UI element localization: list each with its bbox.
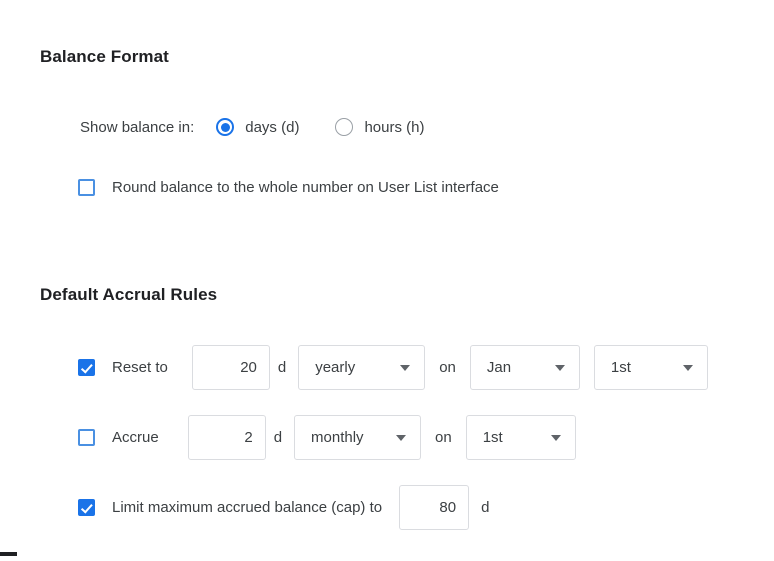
- accrue-rule-label: Accrue: [112, 429, 159, 446]
- cap-amount-unit: d: [481, 499, 490, 516]
- cap-rule-row: Limit maximum accrued balance (cap) to 8…: [78, 485, 489, 530]
- radio-days-icon[interactable]: [216, 118, 235, 136]
- radio-option-days[interactable]: days (d): [216, 118, 299, 136]
- show-balance-in-label: Show balance in:: [80, 118, 195, 136]
- radio-days-label: days (d): [245, 118, 300, 136]
- cap-rule-label: Limit maximum accrued balance (cap) to: [112, 499, 383, 516]
- accrue-frequency-value: monthly: [311, 429, 364, 446]
- cap-amount-input[interactable]: 80: [399, 485, 470, 530]
- accrue-amount-unit: d: [273, 429, 283, 446]
- reset-month-select[interactable]: Jan: [469, 345, 580, 390]
- reset-rule-label: Reset to: [112, 359, 168, 376]
- reset-frequency-select[interactable]: yearly: [298, 345, 426, 390]
- reset-day-value: 1st: [610, 359, 631, 376]
- reset-amount-input[interactable]: 20: [191, 345, 270, 390]
- accrue-conjunction-label: on: [435, 429, 452, 446]
- balance-unit-radio-group: days (d) hours (h): [216, 118, 424, 136]
- accrue-rule-row: Accrue 2 d monthly on 1st: [78, 415, 576, 460]
- reset-conjunction-label: on: [439, 359, 456, 376]
- round-balance-checkbox[interactable]: [78, 179, 95, 196]
- round-balance-row[interactable]: Round balance to the whole number on Use…: [78, 179, 499, 196]
- reset-month-value: Jan: [486, 359, 512, 376]
- reset-amount-unit: d: [277, 359, 287, 376]
- reset-day-select[interactable]: 1st: [593, 345, 708, 390]
- accrue-day-select[interactable]: 1st: [465, 415, 576, 460]
- reset-rule-row: Reset to 20 d yearly on Jan 1st: [78, 345, 708, 390]
- show-balance-in-row: Show balance in: days (d) hours (h): [80, 118, 424, 136]
- page-edge-artifact: [0, 552, 17, 556]
- chevron-down-icon: [554, 364, 565, 371]
- cap-rule-checkbox[interactable]: [78, 499, 95, 516]
- accrue-rule-checkbox[interactable]: [78, 429, 95, 446]
- default-accrual-rules-heading: Default Accrual Rules: [40, 285, 218, 304]
- radio-hours-icon[interactable]: [335, 118, 354, 136]
- round-balance-label: Round balance to the whole number on Use…: [112, 179, 499, 196]
- accrue-frequency-select[interactable]: monthly: [294, 415, 422, 460]
- radio-option-hours[interactable]: hours (h): [335, 118, 424, 136]
- chevron-down-icon: [396, 434, 407, 441]
- accrue-day-value: 1st: [482, 429, 503, 446]
- radio-hours-label: hours (h): [364, 118, 425, 136]
- reset-rule-checkbox[interactable]: [78, 359, 95, 376]
- reset-frequency-value: yearly: [315, 359, 356, 376]
- chevron-down-icon: [400, 364, 411, 371]
- chevron-down-icon: [550, 434, 561, 441]
- accrue-amount-input[interactable]: 2: [187, 415, 266, 460]
- chevron-down-icon: [682, 364, 693, 371]
- settings-page: Balance Format Show balance in: days (d)…: [0, 0, 774, 561]
- balance-format-heading: Balance Format: [40, 47, 169, 66]
